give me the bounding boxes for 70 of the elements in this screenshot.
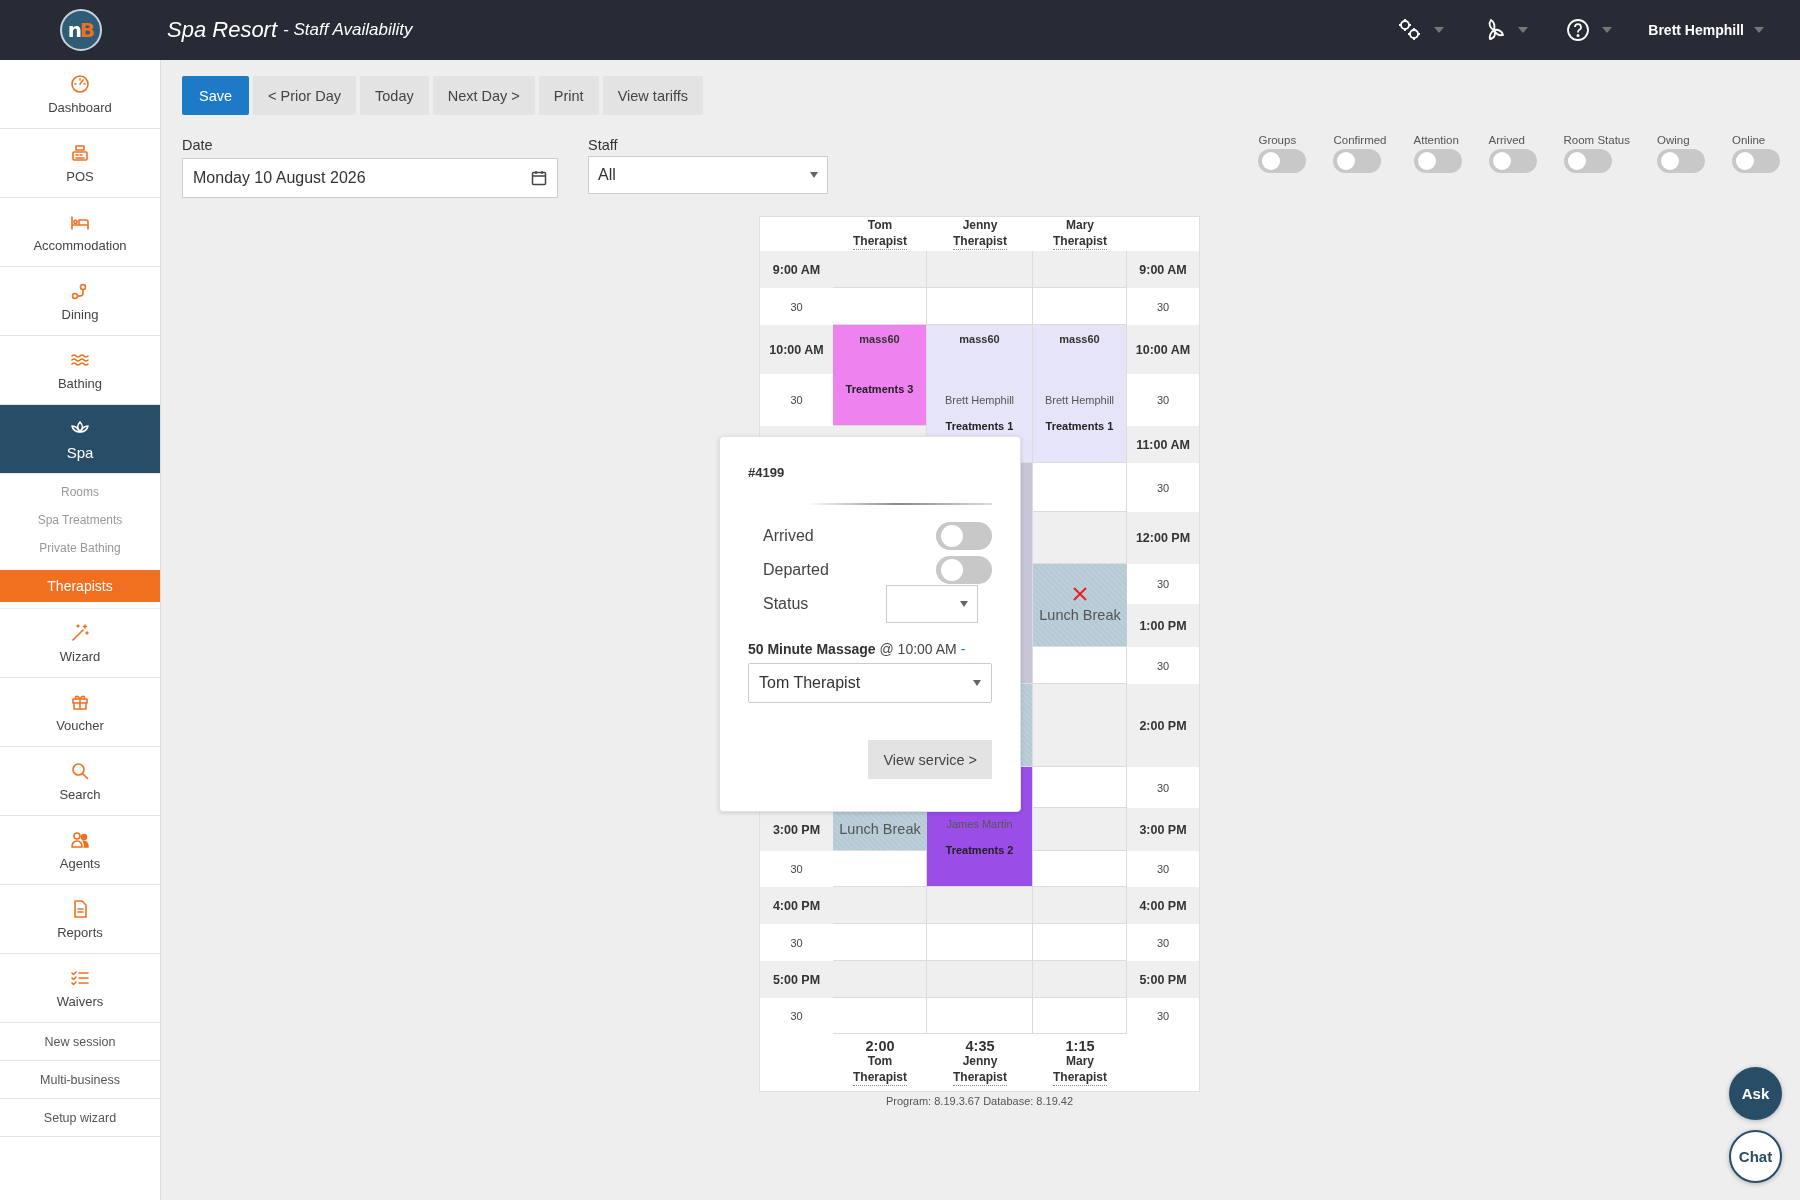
- date-field[interactable]: Monday 10 August 2026: [182, 158, 558, 198]
- toolbar-button[interactable]: Next Day >: [432, 76, 535, 115]
- toggle-label: Groups: [1258, 134, 1297, 146]
- service-code: mass60: [1059, 333, 1100, 345]
- therapist-header[interactable]: Tom Therapist: [853, 217, 907, 251]
- service-code: mass60: [959, 333, 1000, 345]
- therapist-header[interactable]: Mary Therapist: [1053, 217, 1107, 251]
- time-cell: 4:00 PM: [1127, 887, 1199, 924]
- time-cell: 10:00 AM: [1127, 325, 1199, 374]
- client-name: Brett Hemphill: [1044, 394, 1115, 406]
- toggle-label: Attention: [1413, 134, 1459, 146]
- total-hours: 1:15: [1065, 1038, 1095, 1054]
- time-cell: 1:00 PM: [1127, 604, 1199, 647]
- field-label: Date: [182, 137, 214, 153]
- time-cell: 12:00 PM: [1127, 512, 1199, 564]
- chat-button[interactable]: Ask: [1729, 1067, 1782, 1120]
- version-text: Program: 8.19.3.67 Database: 8.19.42: [884, 1095, 1075, 1107]
- therapist-footer[interactable]: Jenny Therapist: [953, 1054, 1007, 1087]
- time-cell: 2:00 PM: [1127, 684, 1199, 767]
- toggle-label: Confirmed: [1333, 134, 1387, 146]
- staff-select[interactable]: All: [588, 156, 828, 194]
- room-name: Treatments 2: [945, 844, 1014, 856]
- time-cell: 9:00 AM: [1127, 251, 1199, 288]
- booking-number: #4199: [748, 465, 785, 480]
- toggle-label: Online: [1732, 134, 1766, 146]
- user-menu[interactable]: Brett Hemphill: [1648, 22, 1744, 38]
- time-cell: 11:00 AM: [1127, 426, 1199, 463]
- toolbar-button[interactable]: Save: [182, 76, 250, 115]
- page-subtitle: - Staff Availability: [283, 20, 413, 40]
- booking-block[interactable]: mass60 Treatments 3: [833, 325, 927, 426]
- toolbar-button[interactable]: View tariffs: [602, 76, 704, 115]
- sidebar-item[interactable]: Spa: [0, 405, 160, 474]
- toggle-label: Arrived: [763, 527, 814, 545]
- break-label: Lunch Break: [1039, 607, 1121, 623]
- room-name: Treatments 1: [1045, 420, 1114, 432]
- time-cell: 9:00 AM: [760, 251, 833, 288]
- time-cell: 5:00 PM: [760, 961, 833, 998]
- time-cell: 4:00 PM: [760, 887, 833, 924]
- time-cell: 3:00 PM: [1127, 808, 1199, 851]
- therapist-select[interactable]: Tom Therapist: [748, 663, 992, 703]
- therapist-header[interactable]: Jenny Therapist: [953, 217, 1007, 251]
- view-service-button[interactable]: View service >: [868, 740, 992, 779]
- chat-button[interactable]: Chat: [1729, 1130, 1782, 1183]
- page-title: Spa Resort: [167, 17, 278, 43]
- total-hours: 2:00: [865, 1038, 895, 1054]
- room-name: Treatments 3: [845, 383, 914, 395]
- toggle-label: Departed: [763, 561, 829, 579]
- client-name: James Martin: [946, 818, 1013, 830]
- logo[interactable]: nB: [59, 9, 102, 51]
- total-hours: 4:35: [965, 1038, 995, 1054]
- service-link[interactable]: -: [960, 641, 966, 657]
- booking-block[interactable]: mass60 Brett Hemphill Treatments 1: [1033, 325, 1127, 463]
- time-cell: 10:00 AM: [760, 325, 833, 374]
- break-block[interactable]: Lunch Break: [1033, 564, 1127, 647]
- field-label: Staff: [588, 137, 619, 153]
- break-label: Lunch Break: [839, 821, 921, 837]
- service-code: mass60: [859, 333, 900, 345]
- room-name: Treatments 1: [945, 420, 1014, 432]
- time-cell: 5:00 PM: [1127, 961, 1199, 998]
- toggle-label: Arrived: [1488, 134, 1525, 146]
- field-label: Status: [763, 595, 809, 613]
- therapist-footer[interactable]: Mary Therapist: [1053, 1054, 1107, 1087]
- service-title: 50 Minute Massage @ 10:00 AM -: [748, 641, 967, 657]
- toolbar-button[interactable]: < Prior Day: [253, 76, 356, 115]
- client-name: Brett Hemphill: [944, 394, 1015, 406]
- toggle-label: Room Status: [1563, 134, 1630, 146]
- therapist-footer[interactable]: Tom Therapist: [853, 1054, 907, 1087]
- toolbar-button[interactable]: Today: [360, 76, 429, 115]
- toolbar-button[interactable]: Print: [538, 76, 599, 115]
- toggle-label: Owing: [1657, 134, 1690, 146]
